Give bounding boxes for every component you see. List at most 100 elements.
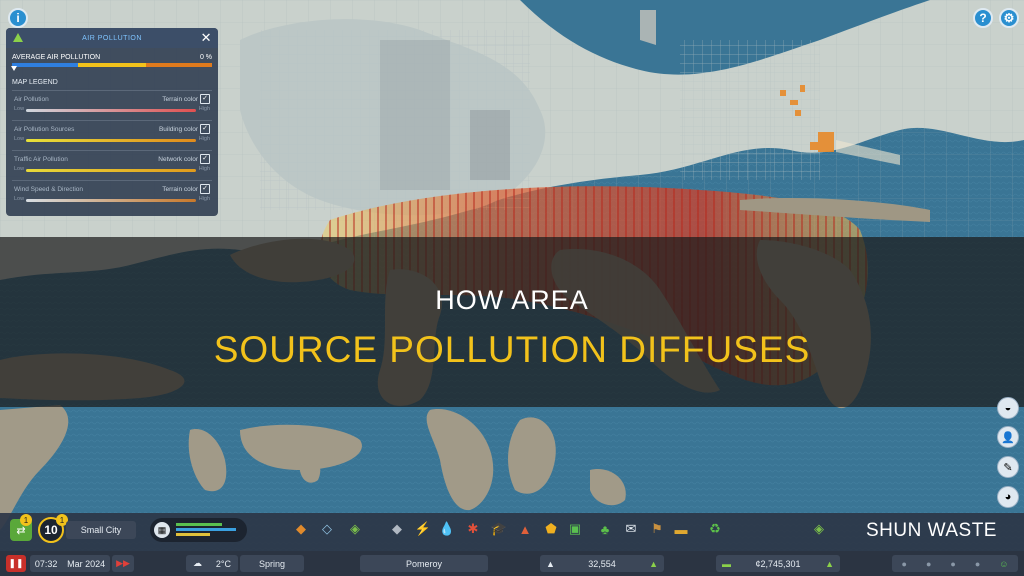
legend-name: Wind Speed & Direction <box>14 186 84 193</box>
legend-checkbox[interactable]: ✓ <box>200 154 210 164</box>
legend-name: Air Pollution <box>14 96 49 103</box>
legend-high: High <box>198 136 210 142</box>
legend-checkbox[interactable]: ✓ <box>200 124 210 134</box>
side-tool-water[interactable]: ◒ <box>997 397 1019 419</box>
parks-icon[interactable]: ♣ <box>596 520 614 538</box>
building-icon: ▦ <box>154 522 170 538</box>
side-tool-citizen[interactable]: 👤 <box>997 426 1019 448</box>
legend-bar <box>26 199 196 202</box>
view-dot-icon: ● <box>901 558 907 569</box>
banner-line-1: HOW AREA <box>435 285 589 315</box>
legend-high: High <box>198 196 210 202</box>
police-icon[interactable]: ⬟ <box>542 520 560 538</box>
pollution-logo-icon <box>13 33 23 42</box>
legend-option: Network color <box>158 156 198 163</box>
legend-bar <box>26 109 196 112</box>
commercial-demand-bar <box>176 528 236 531</box>
demand-meter[interactable]: ▦ <box>150 518 247 542</box>
speed-button[interactable]: ▶▶ <box>112 555 134 572</box>
date-label: Mar 2024 <box>67 558 106 569</box>
info-views[interactable]: ● ● ● ● ☺ <box>892 555 1018 572</box>
transport-icon[interactable]: ▣ <box>566 520 584 538</box>
watermark: SHUN WASTE <box>866 520 997 541</box>
side-tool-notes[interactable]: ✎ <box>997 456 1019 478</box>
chart-tool-icon: ◕ <box>1004 491 1012 503</box>
legend-low: Low <box>14 166 25 172</box>
time-label: 07:32 <box>34 558 58 569</box>
trend-up-icon: ▲ <box>825 558 834 569</box>
average-bar <box>11 63 212 71</box>
help-button[interactable]: ? <box>973 8 993 28</box>
bulldoze-icon[interactable]: ▬ <box>672 520 690 538</box>
season-label: Spring <box>240 555 304 572</box>
education-icon[interactable]: 🎓 <box>490 520 508 538</box>
legend-row-wind-speed: Wind Speed & Direction Terrain color ✓ L… <box>12 181 212 210</box>
notes-icon: ✎ <box>1003 461 1013 474</box>
landscaping-icon[interactable]: ◈ <box>346 520 364 538</box>
title-banner <box>0 237 1024 407</box>
info-icon: i <box>16 11 20 25</box>
view-dot-icon: ● <box>950 558 956 569</box>
settings-button[interactable]: ⚙ <box>999 8 1019 28</box>
money-value: ¢2,745,301 <box>755 558 801 569</box>
temperature-label: 2°C <box>215 558 232 569</box>
water-icon[interactable]: 💧 <box>438 520 456 538</box>
population-display[interactable]: ▲ 32,554 ▲ <box>540 555 664 572</box>
legend-row-traffic-air-pollution: Traffic Air Pollution Network color ✓ Lo… <box>12 151 212 180</box>
money-icon: ▬ <box>722 558 731 569</box>
pause-button[interactable]: ❚❚ <box>6 555 26 572</box>
panel-title: AIR POLLUTION <box>82 34 142 42</box>
money-display[interactable]: ▬ ¢2,745,301 ▲ <box>716 555 840 572</box>
question-icon: ? <box>979 11 987 25</box>
banner-line-2: SOURCE POLLUTION DIFFUSES <box>213 329 811 370</box>
city-type-label: Small City <box>66 521 136 539</box>
fire-icon[interactable]: ▲ <box>516 520 534 538</box>
legend-name: Traffic Air Pollution <box>14 156 68 163</box>
legend-checkbox[interactable]: ✓ <box>200 94 210 104</box>
side-tool-chart[interactable]: ◕ <box>997 486 1019 508</box>
city-name[interactable]: Pomeroy <box>360 555 488 572</box>
legend-option: Terrain color <box>162 96 198 103</box>
legend-high: High <box>198 106 210 112</box>
legend-bar <box>26 139 196 142</box>
water-tool-icon: ◒ <box>1004 402 1012 414</box>
residential-demand-bar <box>176 523 222 526</box>
roads-icon[interactable]: ◆ <box>388 520 406 538</box>
legend-row-air-pollution: Air Pollution Terrain color ✓ Low High <box>12 91 212 120</box>
legend-checkbox[interactable]: ✓ <box>200 184 210 194</box>
close-icon[interactable]: ✕ <box>201 30 212 46</box>
cloud-icon: ☁ <box>192 558 202 568</box>
legend-option: Terrain color <box>162 186 198 193</box>
average-value: 0 % <box>199 54 212 61</box>
legend-low: Low <box>14 196 25 202</box>
legend-name: Air Pollution Sources <box>14 126 75 133</box>
development-points-badge: 1 <box>20 514 32 526</box>
recycle-icon[interactable]: ♻ <box>706 520 724 538</box>
legend-high: High <box>198 166 210 172</box>
average-row: AVERAGE AIR POLLUTION 0 % <box>12 54 212 61</box>
citizen-icon: 👤 <box>1001 431 1015 444</box>
weather-display: ☁ 2°C <box>186 555 238 572</box>
info-button[interactable]: i <box>8 8 28 28</box>
person-icon: ▲ <box>546 558 555 569</box>
trend-up-icon: ▲ <box>649 558 658 569</box>
area-icon[interactable]: ◇ <box>318 520 336 538</box>
zoning-icon[interactable]: ◆ <box>292 520 310 538</box>
communication-icon[interactable]: ✉ <box>622 520 640 538</box>
air-pollution-panel: AIR POLLUTION ✕ AVERAGE AIR POLLUTION 0 … <box>6 28 218 216</box>
status-bar: ❚❚ 07:32 Mar 2024 ▶▶ ☁ 2°C Spring Pomero… <box>0 551 1024 576</box>
legend-row-air-pollution-sources: Air Pollution Sources Building color ✓ L… <box>12 121 212 150</box>
legend-option: Building color <box>158 126 198 133</box>
smiley-icon: ☺ <box>999 558 1009 569</box>
gear-icon: ⚙ <box>1003 11 1015 25</box>
health-icon[interactable]: ✱ <box>464 520 482 538</box>
legend-low: Low <box>14 106 25 112</box>
landmark-icon[interactable]: ⚑ <box>648 520 666 538</box>
view-dot-icon: ● <box>925 558 932 569</box>
date-time: 07:32 Mar 2024 <box>30 555 110 572</box>
map-layers-icon[interactable]: ◈ <box>810 520 828 538</box>
population-value: 32,554 <box>588 558 616 569</box>
average-label: AVERAGE AIR POLLUTION <box>12 54 101 61</box>
electricity-icon[interactable]: ⚡ <box>414 520 432 538</box>
industrial-demand-bar <box>176 533 210 536</box>
